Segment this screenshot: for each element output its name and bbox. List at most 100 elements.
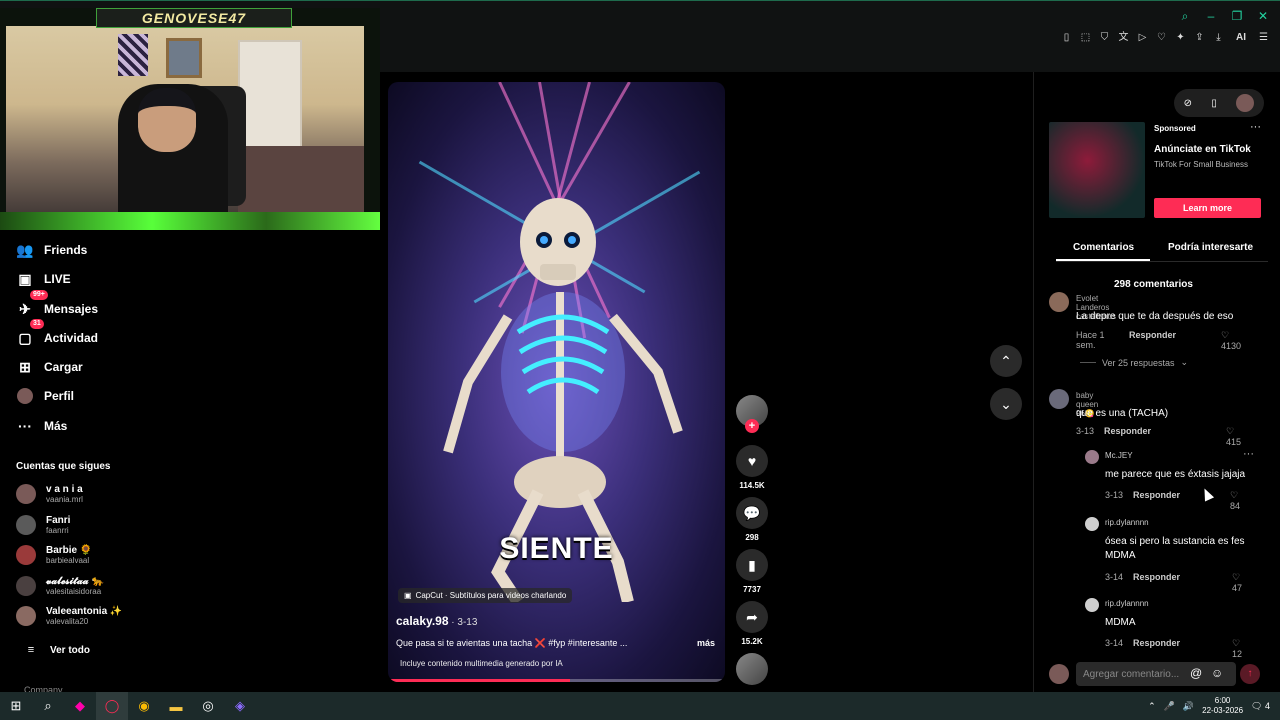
heart-icon[interactable]: ♡ <box>1155 31 1168 44</box>
shield-icon[interactable]: ⛉ <box>1098 31 1111 44</box>
like-count: 114.5K <box>739 481 765 490</box>
follow-plus-icon[interactable]: + <box>745 419 759 433</box>
sidebar-item-friends[interactable]: 👥 Friends <box>16 241 87 259</box>
sidebar-item-live[interactable]: ▣ LIVE <box>16 270 70 288</box>
comment-count: 298 <box>745 533 759 542</box>
see-all-link[interactable]: ≡ Ver todo <box>22 641 90 659</box>
comment-user[interactable]: Mc.JEY <box>1105 451 1133 460</box>
comment-button[interactable]: 💬 298 <box>736 497 768 542</box>
translate-icon[interactable]: 文 <box>1117 31 1130 44</box>
sidebar-item-upload[interactable]: ⊞ Cargar <box>16 358 83 376</box>
save-button[interactable]: ▮ 7737 <box>736 549 768 594</box>
video-description: Que pasa si te avientas una tacha ❌ #fyp… <box>396 638 628 648</box>
video-player[interactable]: SIENTE ▣ CapCut · Subtítulos para videos… <box>388 82 725 682</box>
windows-start-icon[interactable]: ⊞ <box>0 692 32 720</box>
comment-likes[interactable]: ♡ 4130 <box>1221 330 1241 351</box>
avatar <box>1049 664 1069 684</box>
ai-button[interactable]: AI <box>1231 31 1251 44</box>
chevron-up-icon[interactable]: ⌃ <box>1148 701 1156 712</box>
capcut-tag[interactable]: ▣ CapCut · Subtítulos para videos charla… <box>398 588 573 603</box>
copilot-icon[interactable]: ◆ <box>64 692 96 720</box>
send-icon[interactable]: ↑ <box>1240 664 1260 684</box>
window-controls: ⌕ – ❐ ✕ <box>1178 9 1270 23</box>
reply-options-icon[interactable]: ··· <box>1243 448 1254 460</box>
following-item[interactable]: 𝓿𝓪𝓵𝓮𝓼𝓲𝓽𝓪𝓪 🐆 valesitaisidoraa <box>16 576 216 596</box>
microphone-icon[interactable]: 🎤 <box>1164 701 1175 712</box>
avatar[interactable] <box>1049 292 1069 312</box>
sound-avatar[interactable] <box>736 653 768 685</box>
following-item[interactable]: Barbie 🌻 barbiealvaal <box>16 545 216 565</box>
previous-video-button[interactable]: ⌃ <box>990 345 1022 377</box>
learn-more-button[interactable]: Learn more <box>1154 198 1261 218</box>
comment-text: MDMA <box>1105 617 1136 628</box>
reply-button[interactable]: Responder <box>1133 572 1180 582</box>
reply-button[interactable]: Responder <box>1129 330 1176 350</box>
phone-icon[interactable]: ▯ <box>1211 98 1217 109</box>
reply-button[interactable]: Responder <box>1104 426 1151 436</box>
tab-comments[interactable]: Comentarios <box>1073 242 1134 253</box>
comment-likes[interactable]: ♡ 12 <box>1232 638 1242 659</box>
emoji-icon[interactable]: ☺ <box>1211 666 1223 680</box>
tab-divider <box>1056 261 1268 262</box>
obs-icon[interactable]: ◎ <box>192 692 224 720</box>
following-item[interactable]: Fanri faanrri <box>16 515 216 535</box>
file-explorer-icon[interactable]: ▬ <box>160 692 192 720</box>
following-item[interactable]: Valeeantonia ✨ valevalita20 <box>16 606 216 626</box>
like-button[interactable]: ♥ 114.5K <box>736 445 768 490</box>
following-item[interactable]: v a n i a vaania.mrl <box>16 484 216 504</box>
sidebar-item-activity[interactable]: ▢ 31 Actividad <box>16 319 98 347</box>
download-icon[interactable]: ⤓ <box>1212 31 1225 44</box>
comment-likes[interactable]: ♡ 415 <box>1226 426 1241 447</box>
discord-icon[interactable]: ◈ <box>224 692 256 720</box>
comment-likes[interactable]: ♡ 47 <box>1232 572 1242 593</box>
following-name: 𝓿𝓪𝓵𝓮𝓼𝓲𝓽𝓪𝓪 🐆 <box>46 576 104 587</box>
video-progress[interactable] <box>388 679 725 682</box>
sidebar-item-more[interactable]: ··· Más <box>16 417 67 435</box>
video-author[interactable]: calaky.98 · 3-13 <box>396 614 477 628</box>
ad-image[interactable] <box>1049 122 1145 218</box>
author-avatar-button[interactable]: + <box>736 395 768 433</box>
compass-icon[interactable]: ⊘ <box>1184 98 1192 109</box>
avatar[interactable] <box>1085 450 1099 464</box>
screenshot-icon[interactable]: ⬚ <box>1079 31 1092 44</box>
next-video-button[interactable]: ⌄ <box>990 388 1022 420</box>
avatar <box>16 484 36 504</box>
avatar[interactable] <box>1085 598 1099 612</box>
avatar[interactable] <box>1085 517 1099 531</box>
reply-button[interactable]: Responder <box>1133 638 1180 648</box>
mention-icon[interactable]: @ <box>1190 666 1202 680</box>
opera-gx-icon[interactable]: ◯ <box>96 692 128 720</box>
view-replies-label: Ver 25 respuestas <box>1102 357 1175 368</box>
view-replies-button[interactable]: Ver 25 respuestas ⌄ <box>1080 357 1188 368</box>
heart-icon: ♥ <box>736 445 768 477</box>
search-icon[interactable]: ⌕ <box>32 692 64 720</box>
notifications-icon[interactable]: 🗨 4 <box>1251 701 1270 712</box>
clock[interactable]: 6:00 22-03-2026 <box>1202 696 1243 716</box>
play-icon[interactable]: ▷ <box>1136 31 1149 44</box>
ad-options-icon[interactable]: ··· <box>1250 121 1261 133</box>
bookmark-icon[interactable]: ▯ <box>1060 31 1073 44</box>
see-all-label: Ver todo <box>50 644 91 656</box>
avatar[interactable] <box>1236 94 1255 112</box>
more-link[interactable]: más <box>697 638 715 648</box>
close-icon[interactable]: ✕ <box>1256 9 1270 23</box>
search-icon[interactable]: ⌕ <box>1178 9 1192 23</box>
reply-button[interactable]: Responder <box>1133 490 1180 500</box>
menu-icon[interactable]: ☰ <box>1257 31 1270 44</box>
heart-outline-icon: ♡ <box>1226 426 1235 436</box>
chrome-icon[interactable]: ◉ <box>128 692 160 720</box>
comment-user[interactable]: rip.dylannnn <box>1105 518 1149 527</box>
sidebar-item-profile[interactable]: Perfil <box>16 387 74 405</box>
profile-icon <box>16 387 34 405</box>
avatar[interactable] <box>1049 389 1069 409</box>
share-button[interactable]: ➦ 15.2K <box>736 601 768 646</box>
sidebar-item-messages[interactable]: ✈ 99+ Mensajes <box>16 290 98 318</box>
extensions-icon[interactable]: ✦ <box>1174 31 1187 44</box>
volume-icon[interactable]: 🔊 <box>1183 701 1194 712</box>
tab-suggested[interactable]: Podría interesarte <box>1168 242 1253 253</box>
restore-icon[interactable]: ❐ <box>1230 9 1244 23</box>
comment-user[interactable]: rip.dylannnn <box>1105 599 1149 608</box>
share-icon[interactable]: ⇪ <box>1193 31 1206 44</box>
comment-likes[interactable]: ♡ 84 <box>1230 490 1240 511</box>
minimize-icon[interactable]: – <box>1204 9 1218 23</box>
